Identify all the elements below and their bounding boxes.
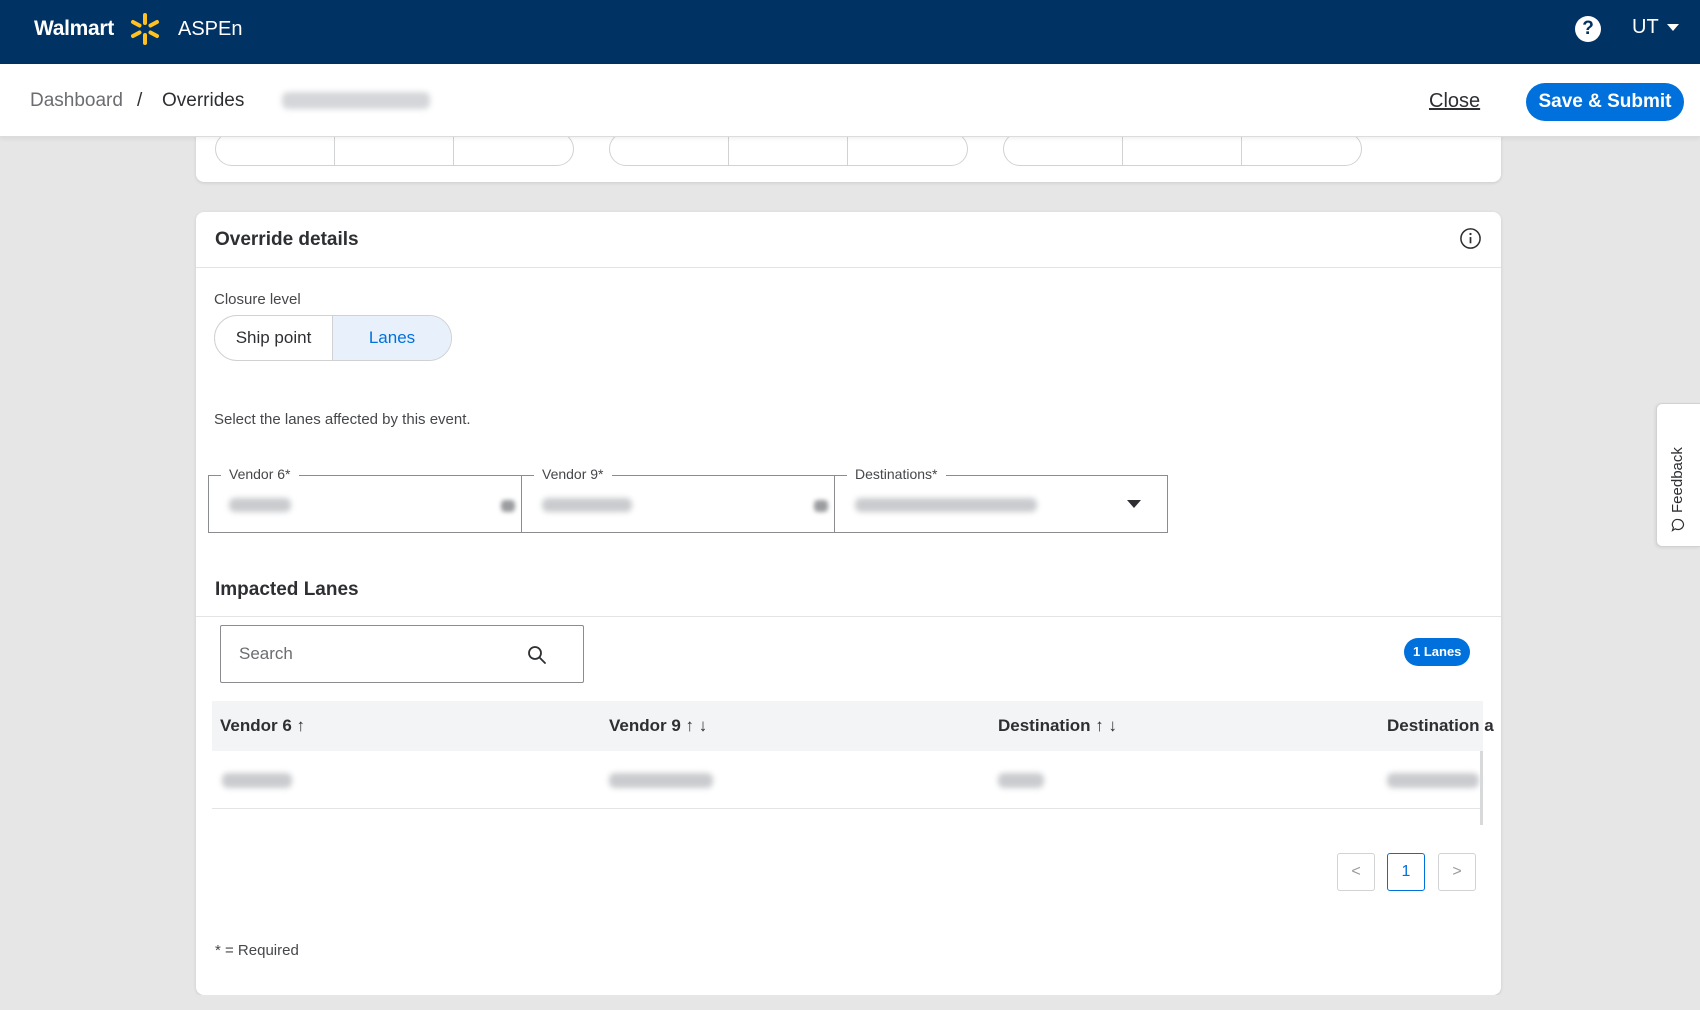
breadcrumb-overrides: Overrides xyxy=(162,90,245,111)
column-destination-a[interactable]: Destination a xyxy=(1387,716,1494,736)
walmart-logo-text: Walmart xyxy=(34,17,114,40)
vendor-9-value xyxy=(542,498,632,512)
cell-vendor-6 xyxy=(222,773,292,788)
info-icon[interactable] xyxy=(1459,227,1482,250)
feedback-tab-content: Feedback xyxy=(1669,447,1686,532)
help-icon[interactable]: ? xyxy=(1575,16,1601,42)
vendor-9-label: Vendor 9* xyxy=(534,466,612,482)
table-header: Vendor 6 ↑ Vendor 9 ↑ ↓ Destination ↑ ↓ … xyxy=(212,701,1494,751)
lanes-count-badge: 1 Lanes xyxy=(1404,638,1471,666)
cell-vendor-9 xyxy=(609,773,713,788)
redacted-event-name xyxy=(282,92,430,109)
pagination-page-1[interactable]: 1 xyxy=(1387,853,1425,891)
app-name: ASPEn xyxy=(178,18,243,40)
vendor-9-field[interactable]: Vendor 9* xyxy=(521,466,835,533)
clear-icon[interactable] xyxy=(501,500,515,512)
feedback-label: Feedback xyxy=(1669,447,1686,513)
search-icon[interactable] xyxy=(527,645,547,665)
closure-level-label: Closure level xyxy=(214,291,301,308)
destinations-label: Destinations* xyxy=(847,466,946,482)
status-toggle-group[interactable] xyxy=(1003,132,1362,166)
impacted-lanes-title: Impacted Lanes xyxy=(215,579,359,600)
table-row[interactable] xyxy=(212,751,1483,809)
column-vendor-9[interactable]: Vendor 9 ↑ ↓ xyxy=(609,716,707,736)
vendor-6-value xyxy=(229,498,291,512)
column-vendor-6[interactable]: Vendor 6 ↑ xyxy=(220,716,305,736)
user-initials: UT xyxy=(1632,16,1659,38)
page-bottom-edge xyxy=(0,995,1700,1010)
pagination-prev-button[interactable]: < xyxy=(1337,853,1375,891)
chevron-down-icon xyxy=(1127,500,1141,508)
destinations-value xyxy=(855,498,1037,512)
status-toggle-group[interactable] xyxy=(609,132,968,166)
chevron-down-icon xyxy=(1666,24,1679,31)
destinations-dropdown[interactable]: Destinations* xyxy=(834,466,1168,533)
vendor-6-field[interactable]: Vendor 6* xyxy=(208,466,522,533)
pagination-next-button[interactable]: > xyxy=(1438,853,1476,891)
column-destination[interactable]: Destination ↑ ↓ xyxy=(998,716,1117,736)
breadcrumb-separator: / xyxy=(137,90,143,111)
horizontal-scrollbar[interactable] xyxy=(1480,751,1483,825)
top-nav-bar: Walmart ASPEn ? UT xyxy=(0,0,1700,64)
feedback-tab[interactable]: Feedback xyxy=(1656,403,1700,547)
page-header: Dashboard / Overrides Close xyxy=(0,64,1700,137)
required-note: * = Required xyxy=(215,942,299,959)
cell-destination xyxy=(998,773,1044,788)
walmart-spark-icon xyxy=(131,13,159,45)
lanes-search-input[interactable]: Search xyxy=(220,625,584,683)
override-details-title: Override details xyxy=(215,229,359,250)
closure-level-toggle: Ship point Lanes xyxy=(214,315,452,361)
lanes-instruction: Select the lanes affected by this event. xyxy=(214,411,471,428)
override-details-card: Override details Closure level Ship poin… xyxy=(196,212,1501,995)
breadcrumb-dashboard[interactable]: Dashboard xyxy=(30,90,123,112)
close-link[interactable]: Close xyxy=(1429,90,1480,113)
cell-destination-a xyxy=(1387,773,1479,788)
divider xyxy=(196,616,1501,617)
vendor-6-label: Vendor 6* xyxy=(221,466,299,482)
ship-point-option[interactable]: Ship point xyxy=(215,316,333,360)
status-toggle-group[interactable] xyxy=(215,132,574,166)
divider xyxy=(196,267,1501,268)
lanes-option[interactable]: Lanes xyxy=(333,316,451,360)
chat-bubble-icon xyxy=(1670,518,1684,532)
save-submit-button[interactable]: Save & Submit xyxy=(1526,83,1684,121)
user-menu[interactable]: UT xyxy=(1632,16,1679,39)
search-placeholder: Search xyxy=(239,644,293,663)
clear-icon[interactable] xyxy=(814,500,828,512)
